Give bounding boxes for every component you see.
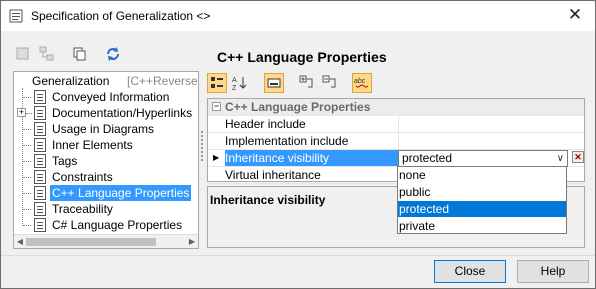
tree-connector xyxy=(23,193,31,194)
tree-item-label: Tags xyxy=(52,154,78,168)
node-icon xyxy=(34,90,46,104)
dropdown-option[interactable]: public xyxy=(398,184,566,200)
property-name: Implementation include xyxy=(225,134,349,148)
clear-value-icon[interactable]: ✕ xyxy=(572,151,584,163)
divider xyxy=(1,255,595,256)
tree-root-label: Generalization xyxy=(32,74,110,88)
node-icon xyxy=(34,122,46,136)
node-icon xyxy=(34,154,46,168)
tree-structure-icon[interactable] xyxy=(39,46,55,62)
node-icon xyxy=(34,186,46,200)
sort-alphabetical-button[interactable]: A Z xyxy=(229,73,249,93)
tree-connector xyxy=(23,209,31,210)
current-row-icon: ▶ xyxy=(213,153,220,162)
tree-connector xyxy=(23,129,31,130)
expand-all-icon xyxy=(299,75,313,88)
svg-text:abc: abc xyxy=(354,78,366,85)
scrollbar-thumb[interactable] xyxy=(26,238,156,246)
help-button[interactable]: Help xyxy=(517,260,589,283)
dropdown-option-selected[interactable]: protected xyxy=(398,201,566,217)
tree-item-label: Traceability xyxy=(52,202,113,216)
tree-item-label: C++ Language Properties xyxy=(50,185,192,201)
property-group-header[interactable]: − C++ Language Properties xyxy=(208,99,584,116)
refresh-icon[interactable] xyxy=(105,46,121,62)
property-name: Virtual inheritance xyxy=(225,168,321,182)
add-icon[interactable] xyxy=(15,46,31,62)
close-window-icon[interactable]: ✕ xyxy=(555,1,595,31)
tree-connector xyxy=(23,225,31,226)
node-icon xyxy=(34,106,46,120)
tree-item-label: Conveyed Information xyxy=(52,90,170,104)
page-title: C++ Language Properties xyxy=(217,49,387,65)
property-name: Inheritance visibility xyxy=(225,150,398,166)
scroll-right-icon[interactable]: ▶ xyxy=(186,235,198,248)
expand-icon[interactable]: + xyxy=(17,108,26,117)
property-group-label: C++ Language Properties xyxy=(225,100,371,114)
window-title: Specification of Generalization <> xyxy=(31,9,211,23)
spell-check-button[interactable]: abc xyxy=(352,73,372,93)
visibility-dropdown-list[interactable]: none public protected private xyxy=(397,166,567,234)
tree-connector xyxy=(23,161,31,162)
node-icon xyxy=(34,170,46,184)
svg-text:A: A xyxy=(232,77,237,84)
panel-splitter[interactable] xyxy=(201,131,203,161)
tree-item-label: Usage in Diagrams xyxy=(52,122,155,136)
svg-text:Z: Z xyxy=(232,85,237,92)
property-value[interactable] xyxy=(398,116,584,132)
app-icon xyxy=(9,9,23,23)
property-row-selected[interactable]: ▶ Inheritance visibility protected ∨ ✕ xyxy=(208,150,584,167)
tree-horizontal-scrollbar[interactable]: ◀ ▶ xyxy=(14,234,198,248)
categorized-icon xyxy=(211,77,223,88)
collapse-all-button[interactable] xyxy=(320,73,340,93)
tree-root-suffix: [C++Reverse::Unio xyxy=(127,74,198,88)
copy-icon[interactable] xyxy=(72,46,88,62)
abc-icon: abc xyxy=(354,78,369,88)
expand-all-button[interactable] xyxy=(297,73,317,93)
specification-tree[interactable]: Generalization [C++Reverse::Unio Conveye… xyxy=(13,71,199,249)
title-bar: Specification of Generalization <> ✕ xyxy=(1,1,595,31)
tree-item-label: Constraints xyxy=(52,170,113,184)
tree-connector xyxy=(23,177,31,178)
description-icon xyxy=(267,78,281,88)
show-description-button[interactable] xyxy=(264,73,284,93)
property-value[interactable] xyxy=(398,133,584,149)
sort-az-icon: A Z xyxy=(232,77,247,92)
select-value: protected xyxy=(402,151,453,165)
close-button[interactable]: Close xyxy=(434,260,506,283)
tree-item-label: C# Language Properties xyxy=(52,218,183,232)
tree-item-label: Inner Elements xyxy=(52,138,133,152)
tree-item-label: Documentation/Hyperlinks xyxy=(52,106,193,120)
property-row[interactable]: Implementation include xyxy=(208,133,584,150)
tree-connector xyxy=(23,145,31,146)
dialog-window: Specification of Generalization <> ✕ Gen… xyxy=(0,0,596,289)
collapse-icon[interactable]: − xyxy=(212,102,221,111)
dropdown-option[interactable]: private xyxy=(398,218,566,234)
categorized-view-button[interactable] xyxy=(207,73,227,93)
property-name: Header include xyxy=(225,117,306,131)
node-icon xyxy=(34,202,46,216)
tree-connector xyxy=(26,113,32,114)
dropdown-option[interactable]: none xyxy=(398,167,566,183)
description-title: Inheritance visibility xyxy=(210,193,326,207)
tree-connector xyxy=(23,97,31,98)
scroll-left-icon[interactable]: ◀ xyxy=(14,235,26,248)
node-icon xyxy=(34,218,46,232)
collapse-all-icon xyxy=(322,75,336,88)
chevron-down-icon[interactable]: ∨ xyxy=(557,151,564,166)
property-row[interactable]: Header include xyxy=(208,116,584,133)
node-icon xyxy=(34,138,46,152)
inheritance-visibility-select[interactable]: protected ∨ xyxy=(398,150,568,167)
